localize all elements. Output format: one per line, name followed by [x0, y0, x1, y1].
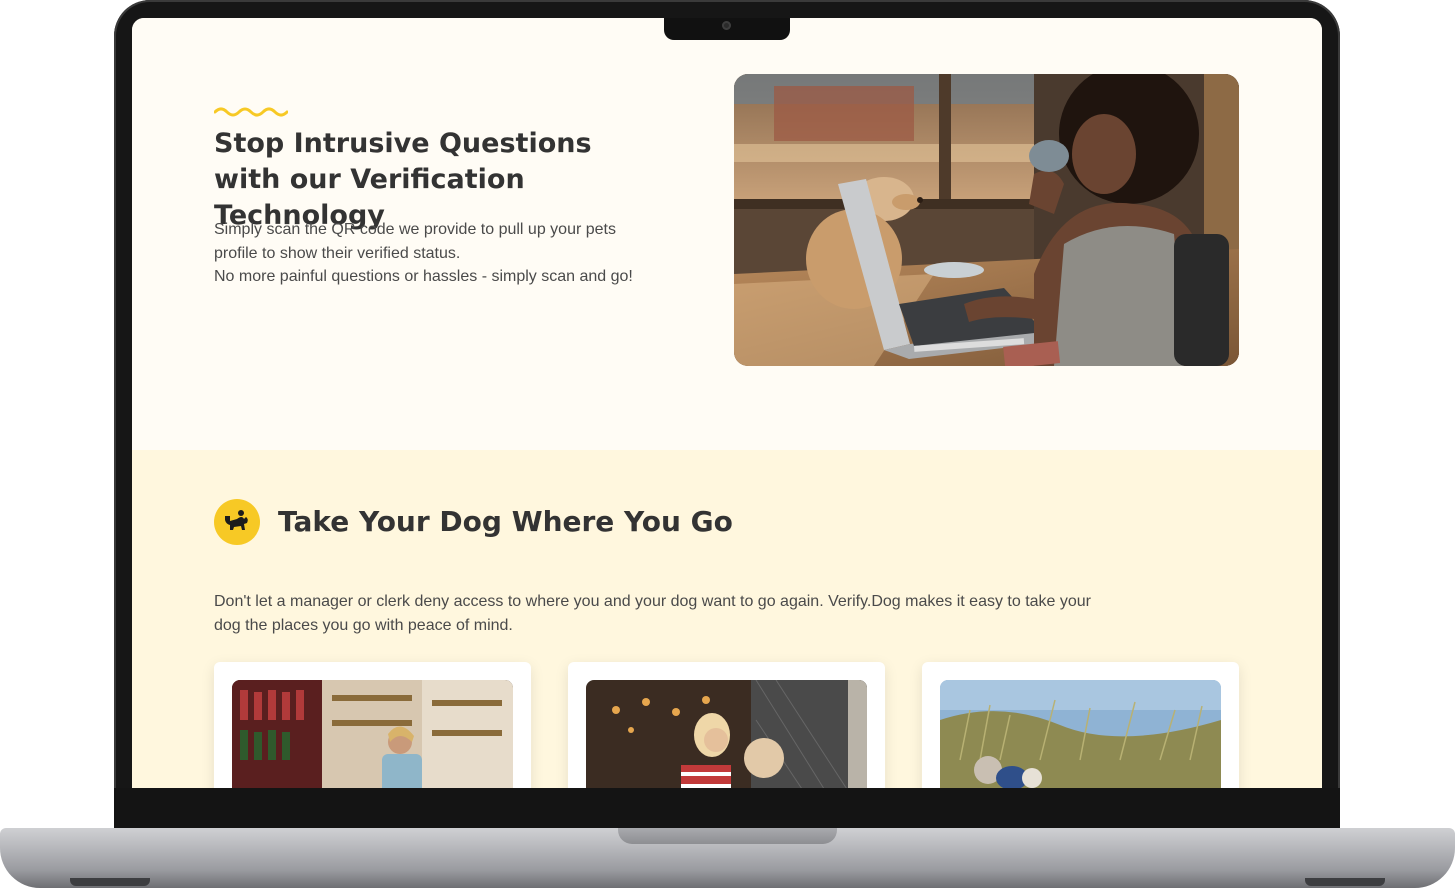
hero-section: Stop Intrusive Questions with our Verifi… [132, 18, 1322, 450]
place-card-cafe[interactable] [568, 662, 885, 788]
hero-description-line-1: Simply scan the QR code we provide to pu… [214, 221, 616, 262]
section-title: Take Your Dog Where You Go [278, 505, 733, 538]
hero-photo-illustration [734, 74, 1239, 366]
squiggle-decoration-icon [214, 107, 288, 117]
woman-with-dog-at-laptop-photo [734, 74, 1239, 366]
laptop-foot-right [1305, 878, 1385, 886]
hero-description: Simply scan the QR code we provide to pu… [214, 218, 634, 289]
take-your-dog-section: Take Your Dog Where You Go Don't let a m… [132, 450, 1322, 788]
camera-notch [664, 18, 790, 40]
laptop-screen: Stop Intrusive Questions with our Verifi… [132, 18, 1322, 788]
webcam-icon [722, 21, 731, 30]
laptop-screen-bezel-bottom [114, 788, 1340, 830]
dog-in-grass-photo [940, 680, 1221, 788]
wine-store-photo [232, 680, 513, 788]
hero-description-line-2: No more painful questions or hassles - s… [214, 268, 633, 285]
section-description: Don't let a manager or clerk deny access… [214, 593, 1092, 634]
cafe-with-dog-photo [586, 680, 867, 788]
place-card-store[interactable] [214, 662, 531, 788]
laptop-foot-left [70, 878, 150, 886]
laptop-opening-notch [618, 828, 837, 844]
place-card-outdoors[interactable] [922, 662, 1239, 788]
dog-icon [214, 499, 260, 545]
